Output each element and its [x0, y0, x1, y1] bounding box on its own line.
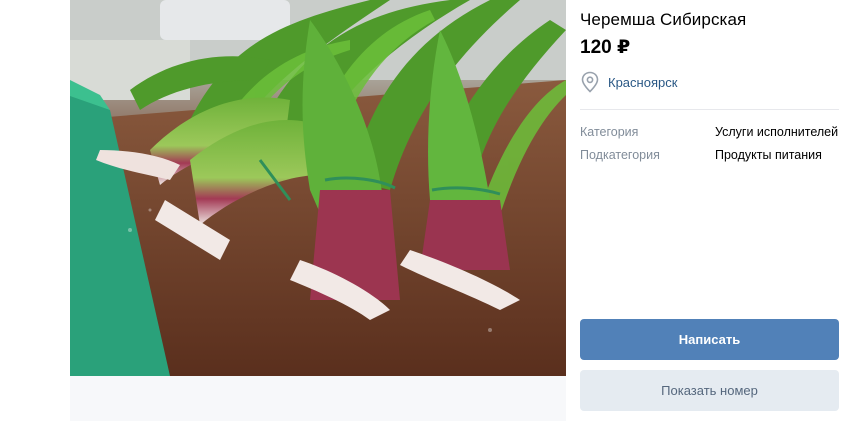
show-number-button[interactable]: Показать номер	[580, 370, 839, 411]
product-title: Черемша Сибирская	[580, 10, 747, 29]
property-value: Продукты питания	[715, 148, 822, 162]
property-row-subcategory: Подкатегория Продукты питания	[580, 148, 840, 166]
product-price: 120 ₽	[580, 37, 631, 58]
location-pin-icon	[581, 71, 599, 93]
write-message-button[interactable]: Написать	[580, 319, 839, 360]
left-margin	[0, 0, 70, 421]
property-label: Подкатегория	[580, 148, 660, 162]
divider	[580, 109, 839, 110]
property-value: Услуги исполнителей	[715, 125, 839, 139]
property-row-category: Категория Услуги исполнителей	[580, 125, 840, 143]
product-photo-panel	[70, 0, 566, 421]
product-photo[interactable]	[70, 0, 566, 376]
product-location[interactable]: Красноярск	[580, 70, 677, 94]
location-city-link[interactable]: Красноярск	[608, 75, 677, 90]
property-label: Категория	[580, 125, 639, 139]
